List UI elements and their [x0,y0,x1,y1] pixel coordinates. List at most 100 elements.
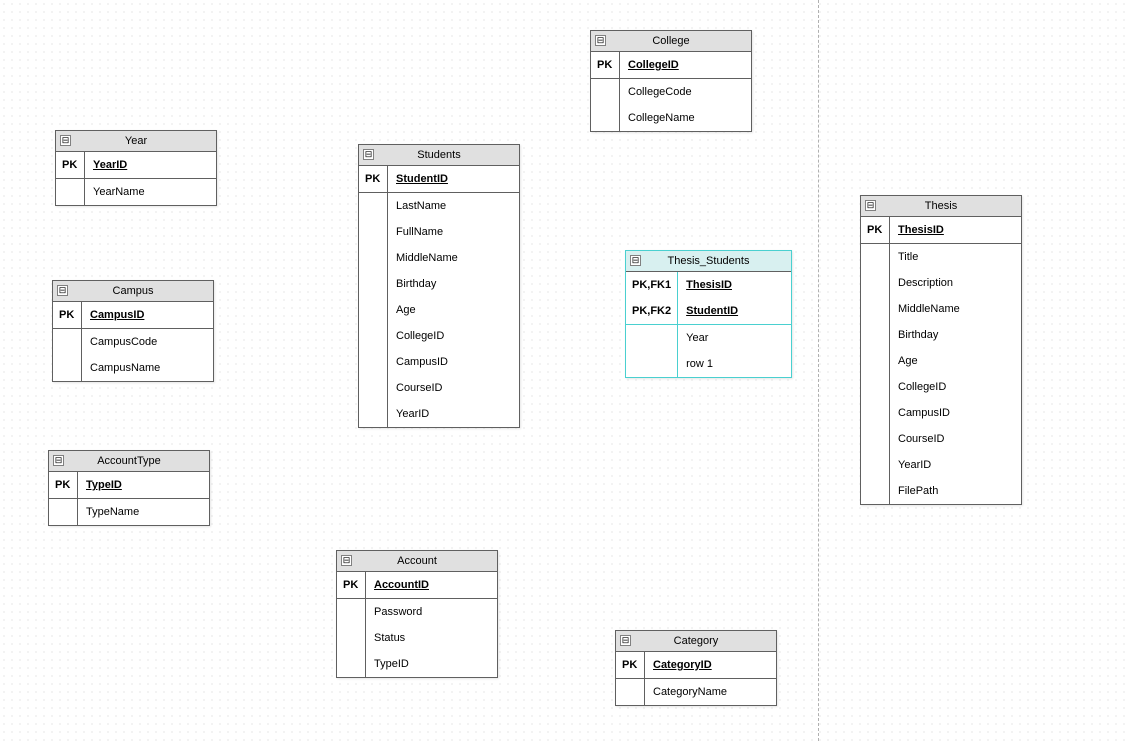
entity-attr: YearName [85,179,216,205]
key-spacer [861,270,889,296]
entity-year[interactable]: ⊟ Year PK YearID YearName [55,130,217,206]
key-spacer [359,401,387,427]
entity-thesis-students[interactable]: ⊟ Thesis_Students PK,FK1 PK,FK2 ThesisID… [625,250,792,378]
key-spacer [626,325,677,351]
key-spacer [861,348,889,374]
key-spacer [49,499,77,525]
key-spacer [359,349,387,375]
key-spacer [337,599,365,625]
key-spacer [861,244,889,270]
entity-campus[interactable]: ⊟ Campus PK CampusID CampusCode CampusNa… [52,280,214,382]
pk-label: PK [591,52,619,79]
entity-college[interactable]: ⊟ College PK CollegeID CollegeCode Colle… [590,30,752,132]
pk-attr: CollegeID [620,52,751,79]
entity-account-title: Account [397,555,437,567]
collapse-icon[interactable]: ⊟ [620,635,631,646]
key-spacer [359,375,387,401]
entity-attr: Status [366,625,497,651]
key-spacer [861,400,889,426]
key-spacer [337,651,365,677]
entity-attr: Age [890,348,1021,374]
key-spacer [861,426,889,452]
entity-attr: FullName [388,219,519,245]
collapse-icon[interactable]: ⊟ [57,285,68,296]
key-spacer [56,179,84,205]
entity-attr: CampusID [388,349,519,375]
entity-attr: FilePath [890,478,1021,504]
key-spacer [359,271,387,297]
entity-attr: Password [366,599,497,625]
key-spacer [337,625,365,651]
entity-account[interactable]: ⊟ Account PK AccountID Password Status T… [336,550,498,678]
entity-attr: CollegeID [890,374,1021,400]
entity-attr: Birthday [890,322,1021,348]
entity-attr: MiddleName [890,296,1021,322]
collapse-icon[interactable]: ⊟ [595,35,606,46]
collapse-icon[interactable]: ⊟ [53,455,64,466]
key-spacer [591,79,619,105]
collapse-icon[interactable]: ⊟ [363,149,374,160]
entity-attr: YearID [890,452,1021,478]
entity-college-title: College [652,35,689,47]
entity-year-header: ⊟ Year [56,131,216,152]
entity-students-title: Students [417,149,460,161]
pk-attr: YearID [85,152,216,179]
entity-attr: Year [678,325,791,351]
key-spacer [359,193,387,219]
entity-attr: CollegeName [620,105,751,131]
collapse-icon[interactable]: ⊟ [60,135,71,146]
entity-attr: CollegeID [388,323,519,349]
entity-attr: MiddleName [388,245,519,271]
entity-attr: Description [890,270,1021,296]
key-spacer [359,297,387,323]
entity-students[interactable]: ⊟ Students PK StudentID LastName FullNam… [358,144,520,428]
key-spacer [861,478,889,504]
entity-attr: YearID [388,401,519,427]
pk-label: PK [861,217,889,244]
pk-attr: CampusID [82,302,213,329]
key-spacer [359,245,387,271]
entity-attr: CampusID [890,400,1021,426]
entity-attr: Title [890,244,1021,270]
key-spacer [591,105,619,131]
key-spacer [53,329,81,355]
entity-category-header: ⊟ Category [616,631,776,652]
entity-attr: CollegeCode [620,79,751,105]
entity-thesis-title: Thesis [925,200,957,212]
key-spacer [359,219,387,245]
entity-thesis[interactable]: ⊟ Thesis PK ThesisID Title Description M… [860,195,1022,505]
pk-attr: TypeID [78,472,209,499]
entity-thesis-header: ⊟ Thesis [861,196,1021,217]
entity-attr: LastName [388,193,519,219]
entity-students-header: ⊟ Students [359,145,519,166]
key-spacer [626,351,677,377]
pk-label: PK,FK1 [626,272,677,298]
entity-category[interactable]: ⊟ Category PK CategoryID CategoryName [615,630,777,706]
pk-label: PK [53,302,81,329]
key-spacer [861,374,889,400]
pk-label: PK [616,652,644,679]
entity-attr: CourseID [388,375,519,401]
key-spacer [861,296,889,322]
key-spacer [861,452,889,478]
entity-campus-header: ⊟ Campus [53,281,213,302]
entity-year-title: Year [125,135,147,147]
pk-attr: AccountID [366,572,497,599]
pk-label: PK [56,152,84,179]
pk-attr: StudentID [678,298,791,325]
entity-accounttype-title: AccountType [97,455,161,467]
collapse-icon[interactable]: ⊟ [341,555,352,566]
pk-label: PK [359,166,387,193]
key-spacer [616,679,644,705]
key-spacer [53,355,81,381]
collapse-icon[interactable]: ⊟ [630,255,641,266]
pk-attr: StudentID [388,166,519,193]
collapse-icon[interactable]: ⊟ [865,200,876,211]
entity-attr: CategoryName [645,679,776,705]
entity-attr: row 1 [678,351,791,377]
entity-attr: CampusCode [82,329,213,355]
entity-accounttype[interactable]: ⊟ AccountType PK TypeID TypeName [48,450,210,526]
pk-attr: CategoryID [645,652,776,679]
entity-attr: CampusName [82,355,213,381]
pk-attr: ThesisID [890,217,1021,244]
